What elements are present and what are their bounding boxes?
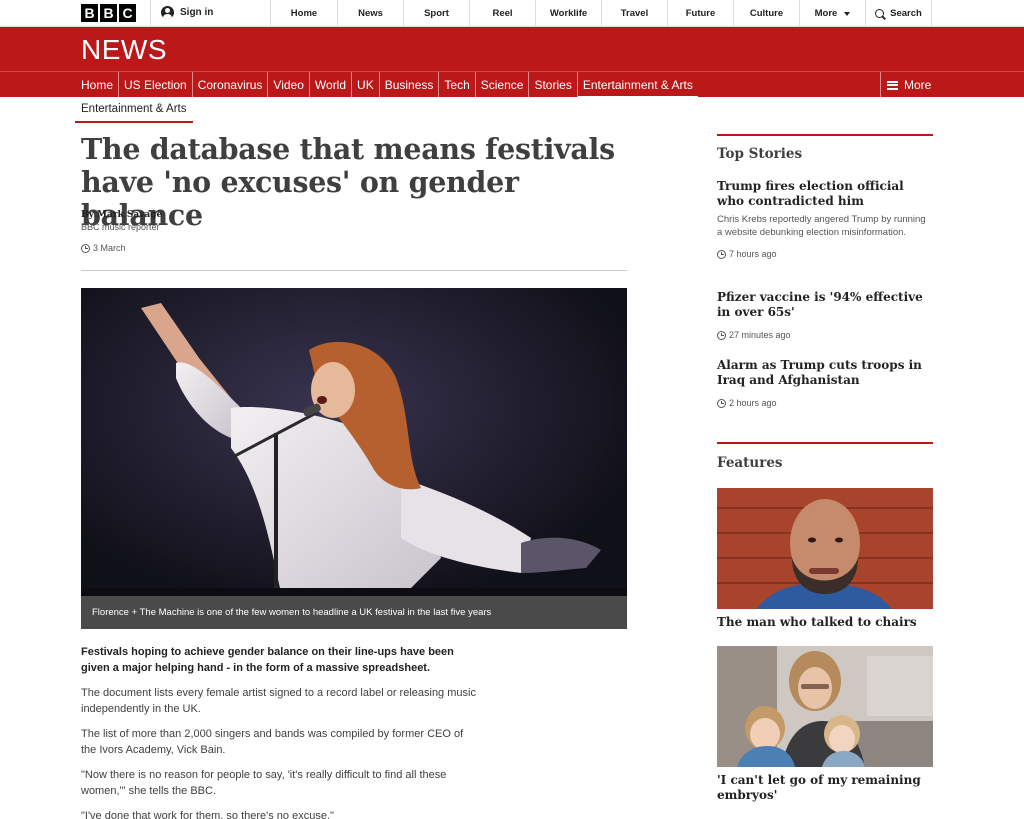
feature-image-man[interactable] [717,488,933,609]
section-nav-item-uk[interactable]: UK [352,72,380,98]
section-nav-more-label: More [904,78,932,92]
clock-icon [717,249,726,259]
article-paragraph: The document lists every female artist s… [81,687,476,715]
top-story-title[interactable]: Pfizer vaccine is '94% effective in over… [717,290,933,320]
top-stories-heading: Top Stories [717,146,803,162]
feature-title[interactable]: 'I can't let go of my remaining embryos' [717,773,933,803]
global-nav-label: Reel [492,8,513,19]
bbc-logo-letter: B [81,4,98,22]
news-banner: NEWS [0,27,1024,71]
article-date-label: 3 March [93,243,126,253]
bbc-logo-letter: C [119,4,136,22]
article-hero-image: Florence + The Machine is one of the few… [81,288,627,629]
top-story-item[interactable]: Alarm as Trump cuts troops in Iraq and A… [717,358,933,408]
article-section-link[interactable]: Entertainment & Arts [81,103,186,115]
feature-image-family[interactable] [717,646,933,767]
article-paragraph: The list of more than 2,000 singers and … [81,728,464,756]
section-nav-item-us-election[interactable]: US Election [119,72,193,98]
hero-photo-singer [81,288,627,629]
section-nav-item-world[interactable]: World [310,72,353,98]
top-story-item[interactable]: Trump fires election official who contra… [717,179,933,259]
section-nav-item-video[interactable]: Video [268,72,310,98]
clock-icon [717,330,726,340]
top-story-time-label: 7 hours ago [729,249,777,259]
divider [150,0,151,27]
global-nav-worklife[interactable]: Worklife [535,0,601,27]
article-paragraph: "Now there is no reason for people to sa… [81,769,447,797]
top-story-time: 27 minutes ago [717,330,933,340]
top-story-time: 7 hours ago [717,249,933,259]
article-paragraph: "I've done that work for them, so there'… [81,810,334,819]
article-lead-paragraph: Festivals hoping to achieve gender balan… [81,646,454,674]
clock-icon [81,243,90,253]
feature-title[interactable]: The man who talked to chairs [717,615,933,630]
clock-icon [717,398,726,408]
global-nav-reel[interactable]: Reel [469,0,535,27]
global-nav-travel[interactable]: Travel [601,0,667,27]
global-nav-label: Culture [749,8,784,19]
section-nav-item-home[interactable]: Home [76,72,120,98]
top-story-time-label: 2 hours ago [729,398,777,408]
global-nav-label: More [814,8,838,19]
section-underline [75,121,193,123]
global-search-button[interactable]: Search [865,0,932,27]
feature-photo-family [717,646,933,767]
features-heading: Features [717,455,783,471]
global-nav-label: Search [890,8,922,19]
global-nav: Home News Sport Reel Worklife Travel Fut… [270,0,932,27]
article-headline: The database that means festivals have '… [81,132,615,232]
signin-label: Sign in [180,7,214,18]
global-nav-more[interactable]: More [799,0,865,27]
section-nav-item-coronavirus[interactable]: Coronavirus [193,72,269,98]
top-stories-rule [717,134,933,136]
signin-link[interactable]: Sign in [161,6,213,19]
top-story-item[interactable]: Pfizer vaccine is '94% effective in over… [717,290,933,340]
article-date: 3 March [81,243,126,253]
feature-photo-man [717,488,933,609]
section-nav-item-stories[interactable]: Stories [529,72,578,98]
section-nav-more-button[interactable]: More [880,72,933,98]
global-nav-label: Home [290,8,318,19]
global-nav-news[interactable]: News [337,0,403,27]
search-icon [875,9,885,18]
section-nav-links: Home US Election Coronavirus Video World… [76,72,698,99]
global-nav-home[interactable]: Home [270,0,337,27]
divider [81,270,627,271]
chevron-down-icon [844,11,851,16]
global-nav-future[interactable]: Future [667,0,733,27]
menu-icon [887,80,898,90]
section-nav-item-business[interactable]: Business [380,72,440,98]
top-story-title[interactable]: Alarm as Trump cuts troops in Iraq and A… [717,358,933,388]
section-nav-item-science[interactable]: Science [476,72,530,98]
features-rule [717,442,933,444]
section-nav-item-entertainment-arts[interactable]: Entertainment & Arts [577,72,698,99]
user-icon [161,6,174,19]
top-story-title[interactable]: Trump fires election official who contra… [717,179,933,209]
global-nav-label: Sport [424,8,449,19]
section-nav-item-tech[interactable]: Tech [439,72,476,98]
global-nav-label: Future [685,8,716,19]
article-author-role: BBC music reporter [81,222,160,232]
global-nav-sport[interactable]: Sport [403,0,469,27]
global-nav-label: News [358,8,383,19]
bbc-logo-letter: B [100,4,117,22]
global-nav-culture[interactable]: Culture [733,0,799,27]
image-caption: Florence + The Machine is one of the few… [81,596,627,629]
global-nav-label: Travel [620,8,649,19]
top-story-time-label: 27 minutes ago [729,330,791,340]
top-story-summary: Chris Krebs reportedly angered Trump by … [717,214,926,238]
global-nav-label: Worklife [549,8,588,19]
bbc-logo[interactable]: B B C [81,4,136,22]
article-author: By Mark Savage [81,210,163,220]
bbc-global-bar: B B C Sign in Home News Sport Reel Workl… [0,0,1024,27]
news-logo[interactable]: NEWS [81,34,167,66]
section-nav: Home US Election Coronavirus Video World… [0,71,1024,99]
article-body: Festivals hoping to achieve gender balan… [81,645,481,819]
top-story-time: 2 hours ago [717,398,933,408]
